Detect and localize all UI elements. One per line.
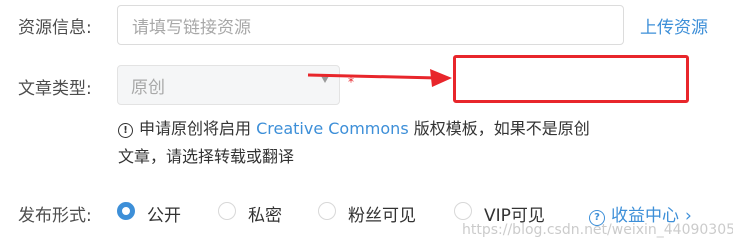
radio-fans-only-label[interactable]: 粉丝可见 — [348, 201, 416, 226]
publish-form-label: 发布形式: — [18, 206, 92, 226]
resource-label: 资源信息: — [18, 18, 92, 38]
watermark: https://blog.csdn.net/weixin_44090305 — [462, 222, 733, 238]
radio-fans-only[interactable] — [318, 202, 336, 220]
radio-public[interactable] — [117, 202, 135, 220]
article-type-label: 文章类型: — [18, 79, 92, 99]
resource-link-input[interactable]: 请填写链接资源 — [117, 5, 624, 45]
radio-private-label[interactable]: 私密 — [248, 201, 282, 226]
notice-text-before: 申请原创将启用 — [139, 119, 257, 138]
annotation-arrow — [307, 69, 452, 87]
annotation-box — [453, 55, 689, 103]
radio-vip-only[interactable] — [454, 202, 472, 220]
radio-private[interactable] — [218, 202, 236, 220]
info-icon: ! — [118, 123, 133, 138]
radio-public-label[interactable]: 公开 — [147, 201, 181, 226]
article-type-selected-value: 原创 — [131, 77, 165, 98]
creative-commons-link[interactable]: Creative Commons — [256, 119, 409, 138]
upload-resource-link[interactable]: 上传资源 — [640, 13, 708, 38]
resource-input-placeholder: 请填写链接资源 — [132, 17, 251, 38]
original-notice: ! 申请原创将启用 Creative Commons 版权模板，如果不是原创文章，… — [118, 115, 598, 171]
